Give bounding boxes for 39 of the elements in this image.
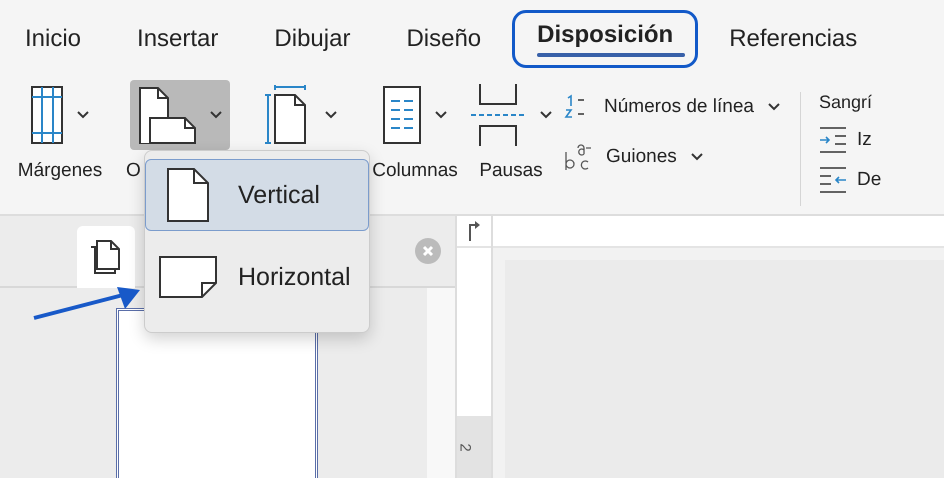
caret-icon xyxy=(77,111,89,119)
ribbon-tab[interactable]: Dibujar xyxy=(249,14,376,64)
menu-item[interactable]: Vertical xyxy=(145,159,369,231)
caret-icon xyxy=(540,111,552,119)
orientation-button[interactable] xyxy=(130,80,230,150)
group-title: Sangrí xyxy=(818,92,874,113)
page-break-icon xyxy=(470,84,526,146)
button-label: Pausas xyxy=(479,160,543,182)
button-label: Márgenes xyxy=(18,160,102,182)
button-label: O xyxy=(126,160,141,182)
menu-item[interactable]: Horizontal xyxy=(145,241,369,313)
ruler-number: 2 xyxy=(456,442,474,452)
tab-stop-icon[interactable] xyxy=(468,221,480,241)
columns-icon xyxy=(383,86,421,144)
ribbon-tab[interactable]: Referencias xyxy=(704,14,882,64)
caret-icon xyxy=(325,111,337,119)
page-icon xyxy=(167,168,209,222)
page-icon xyxy=(159,256,217,298)
close-icon xyxy=(422,245,434,257)
caret-icon xyxy=(435,111,447,119)
ribbon-tab[interactable]: Insertar xyxy=(112,14,244,64)
indent-right-icon xyxy=(818,167,847,193)
caret-icon xyxy=(690,153,703,161)
ribbon-tab[interactable]: Diseño xyxy=(381,14,506,64)
button-label: Columnas xyxy=(372,160,458,182)
line-numbers-button[interactable]: Números de línea xyxy=(564,94,780,120)
ribbon-tab[interactable]: Inicio xyxy=(0,14,106,64)
margins-icon xyxy=(31,86,63,144)
indent-field[interactable]: Iz xyxy=(818,127,882,153)
hyphenation-icon xyxy=(564,142,592,172)
pages-tab[interactable] xyxy=(77,226,135,288)
indent-field[interactable]: De xyxy=(818,167,882,193)
caret-icon xyxy=(768,103,780,111)
pages-icon xyxy=(138,86,196,144)
pages-icon xyxy=(89,239,123,275)
ribbon-tab[interactable]: Disposición xyxy=(512,10,698,68)
caret-icon xyxy=(210,111,222,119)
indent-left-icon xyxy=(818,127,847,153)
hyphenation-button[interactable]: Guiones xyxy=(564,142,780,172)
